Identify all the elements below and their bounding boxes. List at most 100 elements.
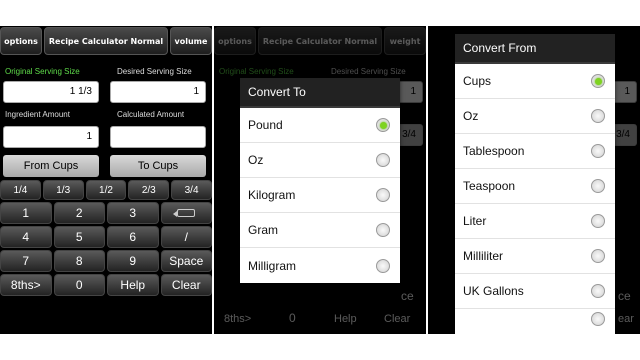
- ingredient-amount-input[interactable]: 1: [3, 126, 99, 148]
- to-unit-button[interactable]: To Cups: [110, 155, 206, 177]
- key-1[interactable]: 1: [0, 202, 52, 224]
- convert-to-dialog: Convert To Pound Oz Kilogram Gram Millig…: [240, 78, 400, 283]
- help-button[interactable]: Help: [107, 274, 159, 296]
- desired-serving-label: Desired Serving Size: [331, 67, 406, 76]
- keypad-row-4: 8ths> 0 Help Clear: [0, 274, 212, 296]
- radio-icon[interactable]: [591, 284, 605, 298]
- original-serving-label: Original Serving Size: [219, 67, 294, 76]
- clear-button[interactable]: Clear: [160, 274, 212, 296]
- key-third[interactable]: 1/3: [42, 180, 84, 200]
- ingredient-amount-label: Ingredient Amount: [5, 110, 70, 119]
- radio-icon[interactable]: [591, 214, 605, 228]
- radio-icon[interactable]: [591, 144, 605, 158]
- keypad-row-1: 1 2 3: [0, 202, 212, 224]
- key-8[interactable]: 8: [53, 250, 105, 272]
- key-2[interactable]: 2: [53, 202, 105, 224]
- option-label: UK Gallons: [463, 284, 524, 298]
- option-label: Oz: [248, 153, 264, 167]
- convert-from-dialog: Convert From Cups Oz Tablespoon Teaspoon…: [455, 34, 615, 334]
- option-tablespoon[interactable]: Tablespoon: [455, 134, 615, 169]
- key-half[interactable]: 1/2: [85, 180, 127, 200]
- from-unit-button[interactable]: From Cups: [3, 155, 99, 177]
- option-label: Liter: [463, 214, 487, 228]
- key-3[interactable]: 3: [107, 202, 159, 224]
- option-oz[interactable]: Oz: [455, 99, 615, 134]
- option-label: Teaspoon: [463, 179, 516, 193]
- fraction-row: 1/4 1/3 1/2 2/3 3/4: [0, 180, 212, 200]
- desired-serving-input[interactable]: 1: [110, 81, 206, 103]
- option-label: Milliliter: [463, 249, 503, 263]
- radio-icon[interactable]: [376, 153, 390, 167]
- key-4[interactable]: 4: [0, 226, 52, 248]
- bg-field-b: 3/4: [397, 124, 423, 146]
- radio-icon[interactable]: [376, 188, 390, 202]
- radio-icon[interactable]: [591, 312, 605, 326]
- calculated-amount-output: [110, 126, 206, 148]
- option-liter[interactable]: Liter: [455, 204, 615, 239]
- keypad: 1/4 1/3 1/2 2/3 3/4 1 2 3 4 5 6 / 7 8 9 …: [0, 180, 212, 298]
- desired-serving-label: Desired Serving Size: [117, 67, 192, 76]
- key-5[interactable]: 5: [53, 226, 105, 248]
- option-label: Kilogram: [248, 188, 296, 202]
- original-serving-input[interactable]: 1 1/3: [3, 81, 99, 103]
- option-uk-gallons[interactable]: UK Gallons: [455, 274, 615, 309]
- radio-icon[interactable]: [591, 179, 605, 193]
- options-button[interactable]: options: [0, 27, 42, 55]
- options-button[interactable]: options: [214, 27, 256, 55]
- key-three-quarters[interactable]: 3/4: [171, 180, 212, 200]
- radio-selected-icon[interactable]: [591, 74, 605, 88]
- key-9[interactable]: 9: [107, 250, 159, 272]
- option-label: Tablespoon: [463, 144, 525, 158]
- keypad-row-3: 7 8 9 Space: [0, 250, 212, 272]
- bg-key-help: Help: [334, 313, 357, 325]
- key-space[interactable]: Space: [160, 250, 212, 272]
- radio-icon[interactable]: [376, 223, 390, 237]
- bg-key-space: ce: [401, 289, 414, 303]
- radio-icon[interactable]: [591, 249, 605, 263]
- option-oz[interactable]: Oz: [240, 143, 400, 178]
- option-label: Oz: [463, 109, 479, 123]
- app-title-button[interactable]: Recipe Calculator Normal: [44, 27, 168, 55]
- option-label: Milligram: [248, 258, 296, 273]
- original-serving-label: Original Serving Size: [5, 67, 80, 76]
- phone-screen-main: options Recipe Calculator Normal volume …: [0, 26, 212, 334]
- radio-selected-icon[interactable]: [376, 118, 390, 132]
- backspace-button[interactable]: [160, 202, 212, 224]
- bg-key-clear: ear: [618, 313, 634, 325]
- dialog-title: Convert From: [455, 34, 615, 64]
- key-slash[interactable]: /: [160, 226, 212, 248]
- mode-button[interactable]: weight: [384, 27, 426, 55]
- key-0[interactable]: 0: [53, 274, 105, 296]
- bg-key-eighths: 8ths>: [224, 313, 252, 325]
- mode-button[interactable]: volume: [170, 27, 212, 55]
- option-label: Pound: [248, 118, 283, 132]
- option-milligram[interactable]: Milligram: [240, 248, 400, 283]
- key-eighths[interactable]: 8ths>: [0, 274, 52, 296]
- bg-key-0: 0: [289, 311, 296, 325]
- radio-icon[interactable]: [376, 258, 390, 273]
- keypad-row-2: 4 5 6 /: [0, 226, 212, 248]
- dialog-title: Convert To: [240, 78, 400, 108]
- key-two-thirds[interactable]: 2/3: [128, 180, 170, 200]
- option-label: Gram: [248, 223, 278, 237]
- radio-icon[interactable]: [591, 109, 605, 123]
- screenshot-collage: options Recipe Calculator Normal volume …: [0, 0, 640, 360]
- option-gram[interactable]: Gram: [240, 213, 400, 248]
- bg-key-space: ce: [618, 289, 631, 303]
- option-label: Cups: [463, 74, 492, 88]
- top-bar: options Recipe Calculator Normal weight: [214, 26, 426, 56]
- option-milliliter[interactable]: Milliliter: [455, 239, 615, 274]
- app-title-button[interactable]: Recipe Calculator Normal: [258, 27, 382, 55]
- option-pound[interactable]: Pound: [240, 108, 400, 143]
- bg-key-clear: Clear: [384, 313, 411, 325]
- top-bar: options Recipe Calculator Normal volume: [0, 26, 212, 56]
- phone-screen-convert-to: options Recipe Calculator Normal weight …: [214, 26, 426, 334]
- key-7[interactable]: 7: [0, 250, 52, 272]
- option-teaspoon[interactable]: Teaspoon: [455, 169, 615, 204]
- key-quarter[interactable]: 1/4: [0, 180, 41, 200]
- phone-screen-convert-from: 1 3/4 ce ear Convert From Cups Oz Tables…: [428, 26, 640, 334]
- option-partial[interactable]: [455, 309, 615, 329]
- option-cups[interactable]: Cups: [455, 64, 615, 99]
- option-kilogram[interactable]: Kilogram: [240, 178, 400, 213]
- key-6[interactable]: 6: [107, 226, 159, 248]
